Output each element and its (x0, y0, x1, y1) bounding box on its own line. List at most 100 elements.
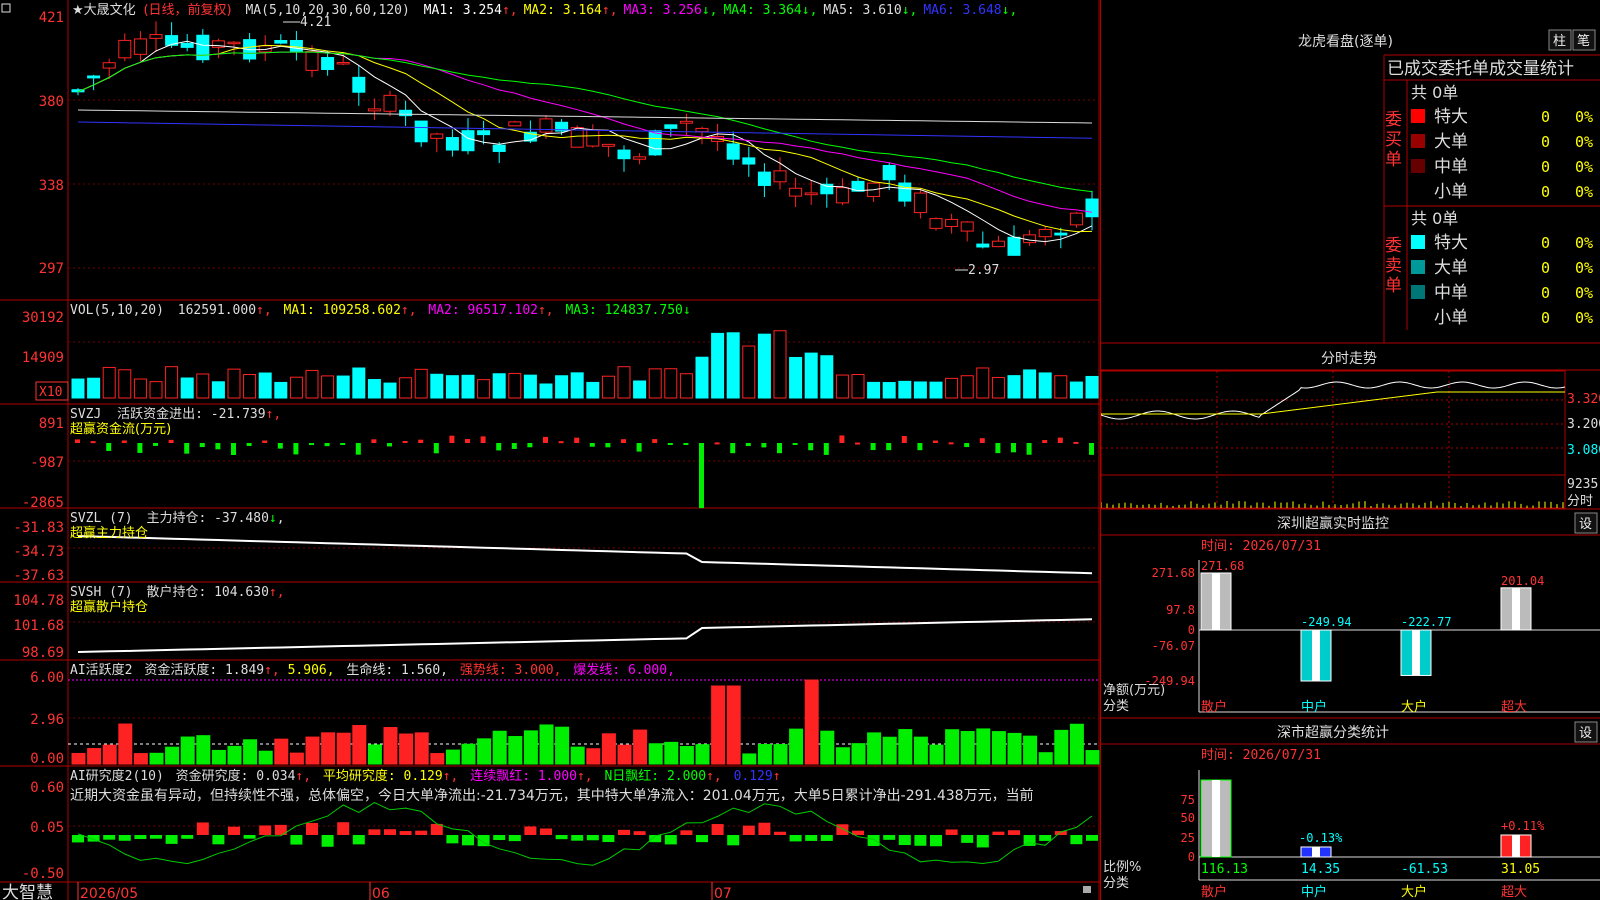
activity-bar (1054, 729, 1069, 765)
sz-x-title: 分类 (1103, 699, 1129, 714)
activity-bar (664, 741, 679, 765)
candle (929, 218, 943, 229)
ai1-axis-label: 6.00 (30, 670, 64, 686)
volume-bar (367, 379, 381, 399)
ai1-axis-label: 2.96 (30, 712, 64, 728)
fund-flow-bar (792, 443, 798, 445)
volume-bar (711, 332, 725, 399)
volume-bar (383, 382, 397, 399)
research-bar (384, 829, 396, 835)
candle (1054, 232, 1068, 236)
candle (633, 156, 647, 160)
fenshi-axis-label: 9235 (1567, 477, 1598, 492)
activity-bar (258, 750, 273, 765)
candle (835, 187, 849, 204)
legend-swatch (1411, 159, 1425, 173)
row-name: 大单 (1434, 132, 1468, 152)
ss-value-label: 14.35 (1301, 862, 1340, 877)
fund-flow-bar (979, 438, 985, 443)
volume-bar (227, 368, 241, 399)
svzj-title: SVZJ 活跃资金进出: -21.739↑, (70, 406, 281, 422)
activity-bar (789, 728, 804, 765)
ai2-axis-label: 0.05 (30, 820, 64, 836)
research-bar (212, 835, 225, 845)
row-percent: 0% (1575, 158, 1593, 176)
volume-bar (87, 377, 101, 399)
row-name: 中单 (1434, 157, 1468, 177)
research-bar (898, 835, 911, 846)
fund-flow-bar (309, 443, 314, 446)
row-name: 小单 (1434, 182, 1468, 202)
ss-x-title: 分类 (1103, 876, 1129, 891)
research-bar (961, 835, 974, 843)
candle (539, 118, 553, 133)
volume-bar (477, 379, 491, 399)
volume-bar (898, 380, 912, 399)
research-bar (196, 822, 209, 835)
research-bar (306, 822, 318, 835)
research-bar (337, 822, 350, 835)
ma-line (77, 51, 1093, 193)
activity-bar (555, 726, 570, 765)
fenshi-axis-label: 3.320 (1567, 392, 1600, 407)
activity-bar (71, 752, 86, 765)
activity-bar (913, 736, 928, 765)
research-bar (415, 830, 428, 835)
activity-bar (367, 744, 382, 765)
activity-bar (1023, 735, 1038, 765)
ss-axis-label: 25 (1181, 831, 1195, 845)
price-axis-label: 421 (39, 10, 64, 26)
research-bar (462, 835, 474, 846)
chart-area[interactable]: 421 380 338 297 30192 14909 891 -987 -28… (0, 0, 1100, 900)
dragon-title: 龙虎看盘(逐单) (1298, 33, 1393, 50)
volume-bar (851, 373, 865, 399)
activity-bar (399, 733, 414, 765)
volume-bar (414, 368, 428, 399)
fund-flow-bar (855, 442, 860, 445)
volume-bar (165, 366, 179, 399)
candle (445, 137, 459, 151)
fund-flow-bar (917, 443, 923, 451)
sz-bar-value: 201.04 (1501, 574, 1544, 588)
research-bar (540, 828, 552, 835)
activity-bar (679, 746, 694, 765)
brand-label: 大智慧 (2, 883, 53, 900)
activity-bar (882, 736, 897, 765)
fund-flow-bar (823, 443, 829, 455)
research-bar (742, 825, 755, 835)
side-label: 委买单 (1385, 110, 1402, 170)
activity-bar (133, 753, 148, 765)
research-bar (633, 831, 646, 835)
volume-bar (274, 381, 288, 399)
volume-bar (617, 366, 631, 399)
panel-toggle-icon[interactable] (1, 3, 11, 13)
candle (336, 61, 350, 65)
fund-flow-bar (184, 443, 190, 454)
lock-icon[interactable] (1083, 886, 1091, 893)
volume-bar (243, 374, 257, 399)
activity-bar (102, 744, 117, 765)
fund-flow-bar (683, 443, 689, 445)
candle (664, 124, 678, 129)
svsh-axis-label: 101.68 (13, 618, 64, 634)
volume-bar (867, 381, 881, 399)
sz-category-label: 中户 (1301, 699, 1327, 715)
ss-bar-highlight (1512, 835, 1520, 857)
candle (679, 120, 693, 124)
activity-bar (289, 752, 304, 765)
buy-total: 共 0单 (1411, 83, 1458, 102)
stock-chart[interactable]: 421 380 338 297 30192 14909 891 -987 -28… (0, 0, 1100, 900)
candle (352, 76, 366, 93)
fund-flow-bar (293, 443, 299, 455)
fund-flow-bar (137, 443, 143, 453)
candle (118, 39, 132, 59)
volume-bar (633, 380, 647, 399)
volume-bar (695, 356, 709, 399)
research-bar (1039, 835, 1052, 841)
row-percent: 0% (1575, 284, 1593, 302)
activity-bar (305, 736, 320, 765)
legend-swatch (1411, 134, 1425, 148)
research-bar (696, 835, 708, 843)
volume-bar (1038, 372, 1052, 399)
candle (913, 192, 927, 214)
